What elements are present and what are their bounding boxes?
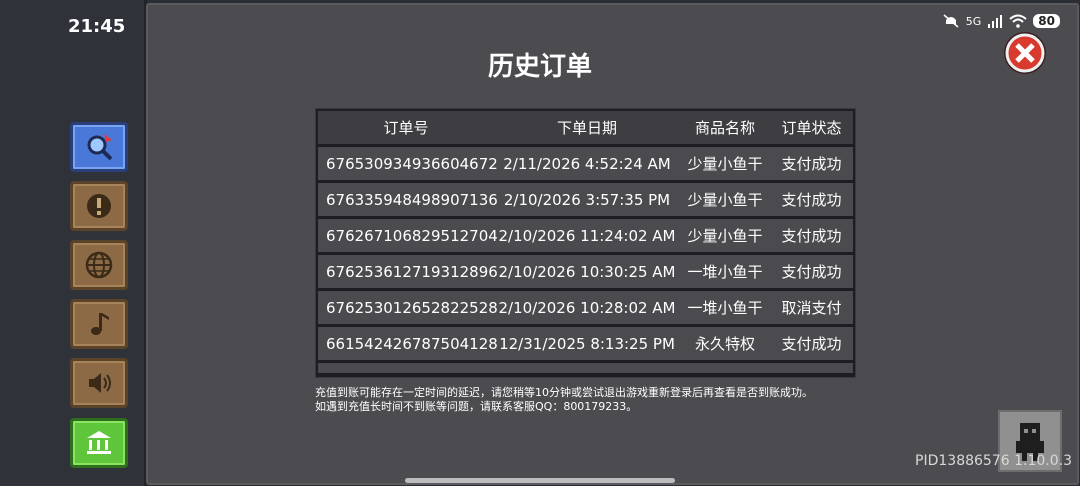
status-bar: 5G 80: [942, 14, 1060, 28]
product-name: 少量小鱼干: [687, 227, 763, 245]
order-date: 2/10/2026 3:57:35 PM: [503, 190, 671, 209]
order-date: 2/10/2026 10:28:02 AM: [498, 298, 676, 317]
order-status: 支付成功: [781, 227, 842, 245]
column-header: 商品名称: [694, 119, 755, 137]
notice-line: 充值到账可能存在一定时间的延迟，请您稍等10分钟或尝试退出游戏重新登录后再查看是…: [315, 386, 813, 399]
order-id: 676335948498907136: [326, 190, 498, 209]
music-note-icon: [91, 313, 109, 335]
notice-line: 如遇到充值长时间不到账等问题，请联系客服QQ：800179233。: [315, 400, 638, 413]
order-id: 661542426787504128: [326, 334, 498, 353]
table-row: 676267106829512704 2/10/2026 11:24:02 AM…: [318, 219, 853, 252]
close-icon: [1004, 32, 1046, 74]
table-row-partial: [318, 363, 853, 373]
language-button[interactable]: [70, 240, 128, 290]
order-id: 676253612719312896: [326, 262, 498, 281]
order-id: 676253012652822528: [326, 298, 498, 317]
globe-icon: [85, 251, 113, 279]
product-name: 少量小鱼干: [687, 191, 763, 209]
search-icon: [87, 134, 113, 161]
table-row: 676530934936604672 2/11/2026 4:52:24 AM …: [318, 147, 853, 180]
bank-icon: [87, 431, 111, 454]
info-button[interactable]: [70, 181, 128, 231]
order-id: 676267106829512704: [326, 226, 498, 245]
home-indicator[interactable]: [405, 478, 675, 483]
order-status: 支付成功: [781, 335, 842, 353]
order-date: 2/11/2026 4:52:24 AM: [503, 154, 671, 173]
mute-icon: [943, 14, 959, 28]
order-id: 676530934936604672: [326, 154, 498, 173]
recharge-notice: 充值到账可能存在一定时间的延迟，请您稍等10分钟或尝试退出游戏重新登录后再查看是…: [315, 386, 813, 414]
dialog-title: 历史订单: [487, 52, 592, 82]
signal-icon: [988, 15, 1003, 28]
order-status: 取消支付: [781, 299, 842, 317]
column-header: 订单号: [383, 119, 429, 137]
product-name: 一堆小鱼干: [687, 263, 763, 281]
speaker-icon: [89, 373, 111, 393]
orders-table: 订单号 下单日期 商品名称 订单状态 676530934936604672 2/…: [315, 108, 856, 378]
table-header: 订单号 下单日期 商品名称 订单状态: [318, 111, 853, 144]
player-id-version: PID13886576 1.10.0.3: [915, 453, 1072, 469]
table-row: 676253612719312896 2/10/2026 10:30:25 AM…: [318, 255, 853, 288]
wifi-icon: [1009, 14, 1027, 28]
clock: 21:45: [68, 16, 126, 37]
search-button[interactable]: [70, 122, 128, 172]
order-date: 2/10/2026 10:30:25 AM: [498, 262, 676, 281]
order-date: 2/10/2026 11:24:02 AM: [498, 226, 676, 245]
network-label: 5G: [965, 14, 982, 28]
table-row: 676253012652822528 2/10/2026 10:28:02 AM…: [318, 291, 853, 324]
sound-button[interactable]: [70, 358, 128, 408]
product-name: 永久特权: [694, 335, 755, 353]
product-name: 一堆小鱼干: [687, 299, 763, 317]
order-status: 支付成功: [781, 155, 842, 173]
order-date: 12/31/2025 8:13:25 PM: [499, 334, 675, 353]
column-header: 订单状态: [781, 119, 842, 137]
table-row: 661542426787504128 12/31/2025 8:13:25 PM…: [318, 327, 853, 360]
close-button[interactable]: [1002, 30, 1048, 76]
product-name: 少量小鱼干: [687, 155, 763, 173]
music-button[interactable]: [70, 299, 128, 349]
table-row: 676335948498907136 2/10/2026 3:57:35 PM …: [318, 183, 853, 216]
battery-level: 80: [1033, 14, 1060, 28]
order-status: 支付成功: [781, 263, 842, 281]
bank-button[interactable]: [70, 418, 128, 468]
column-header: 下单日期: [556, 119, 617, 137]
info-icon: [87, 194, 111, 218]
order-status: 支付成功: [781, 191, 842, 209]
